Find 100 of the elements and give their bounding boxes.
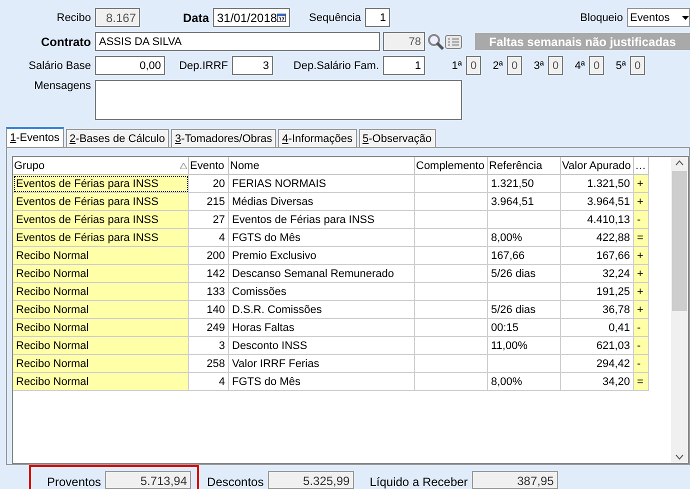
tab[interactable]: 4-Informações	[278, 129, 356, 147]
table-cell: +	[634, 265, 649, 283]
scrollbar[interactable]	[671, 157, 688, 463]
tab[interactable]: 3-Tomadores/Obras	[170, 129, 276, 147]
field-label: Salário Base	[28, 60, 92, 72]
table-cell: Recibo Normal	[13, 319, 189, 337]
table-cell: =	[634, 229, 649, 247]
week-label: 3ª	[532, 60, 545, 72]
table-cell: Recibo Normal	[13, 283, 189, 301]
table-cell: Eventos de Férias para INSS	[229, 211, 415, 229]
table-cell: 4	[189, 373, 229, 391]
table-cell: 133	[189, 283, 229, 301]
table-cell: FGTS do Mês	[229, 229, 415, 247]
field-label: Contrato	[40, 34, 92, 48]
search-icon[interactable]	[427, 32, 445, 50]
table-cell: 294,42	[561, 355, 634, 373]
column-header[interactable]: Nome	[229, 157, 415, 175]
input-field[interactable]: 0	[630, 56, 645, 75]
table-cell: 11,00%	[488, 337, 561, 355]
tab[interactable]: 1-Eventos	[6, 127, 64, 147]
section-header: Faltas semanais não justificadas	[475, 33, 690, 50]
table-cell: +	[634, 247, 649, 265]
field-label: Sequência	[308, 12, 362, 24]
table-cell: Recibo Normal	[13, 337, 189, 355]
table-cell: -	[634, 319, 649, 337]
field-label: Recibo	[56, 12, 92, 24]
table-cell: 191,25	[561, 283, 634, 301]
table-cell: 258	[189, 355, 229, 373]
table-cell: 3	[189, 337, 229, 355]
table-cell: 0,41	[561, 319, 634, 337]
table-cell: +	[634, 301, 649, 319]
dropdown[interactable]: Eventos	[627, 8, 690, 27]
table-cell: 4.410,13	[561, 211, 634, 229]
table-cell: Médias Diversas	[229, 193, 415, 211]
input-field[interactable]: 3	[232, 56, 273, 75]
tab[interactable]: 5-Observação	[358, 129, 436, 147]
table-cell: Recibo Normal	[13, 265, 189, 283]
field-label: Mensagens	[33, 80, 92, 92]
table-cell: Eventos de Férias para INSS	[13, 229, 189, 247]
input-field[interactable]: 0,00	[95, 56, 165, 75]
table-cell: Desconto INSS	[229, 337, 415, 355]
table-cell: 142	[189, 265, 229, 283]
table-cell: -	[634, 355, 649, 373]
total-label: Líquido a Receber	[370, 475, 468, 489]
date-field[interactable]: 31/01/2018	[213, 8, 290, 27]
table-cell: 200	[189, 247, 229, 265]
table-cell: D.S.R. Comissões	[229, 301, 415, 319]
table-cell: Eventos de Férias para INSS	[13, 175, 189, 193]
input-field[interactable]: 1	[383, 56, 425, 75]
message-field[interactable]	[95, 80, 462, 120]
total-value: 5.713,94	[105, 471, 192, 489]
table-cell: Recibo Normal	[13, 373, 189, 391]
total-value: 5.325,99	[268, 471, 354, 489]
calendar-icon[interactable]	[277, 11, 286, 24]
input-field[interactable]: 0	[507, 56, 522, 75]
table-cell: Descanso Semanal Remunerado	[229, 265, 415, 283]
table-cell: FERIAS NORMAIS	[229, 175, 415, 193]
table-cell: Horas Faltas	[229, 319, 415, 337]
table-cell: +	[634, 175, 649, 193]
tab[interactable]: 2-Bases de Cálculo	[66, 129, 169, 147]
sort-icon	[180, 162, 187, 168]
table-cell: 32,24	[561, 265, 634, 283]
table-cell: 34,20	[561, 373, 634, 391]
input-field[interactable]: 78	[383, 32, 425, 51]
table-cell: 27	[189, 211, 229, 229]
column-header[interactable]: …	[634, 157, 649, 175]
input-field[interactable]: ASSIS DA SILVA	[95, 32, 380, 51]
column-header[interactable]: Referência	[488, 157, 561, 175]
week-label: 4ª	[574, 60, 586, 72]
table-cell: 167,66	[488, 247, 561, 265]
input-field[interactable]: 0	[589, 56, 604, 75]
table-cell: +	[634, 283, 649, 301]
table-cell: Comissões	[229, 283, 415, 301]
table-cell: 20	[189, 175, 229, 193]
column-header[interactable]: Complemento	[415, 157, 488, 175]
column-header[interactable]: Grupo	[13, 157, 189, 175]
table-cell: Valor IRRF Ferias	[229, 355, 415, 373]
table-cell: 00:15	[488, 319, 561, 337]
table-cell: Recibo Normal	[13, 247, 189, 265]
table-cell: +	[634, 193, 649, 211]
table-cell: 4	[189, 229, 229, 247]
table-cell: 1.321,50	[561, 175, 634, 193]
table-cell: Recibo Normal	[13, 301, 189, 319]
table-cell: 422,88	[561, 229, 634, 247]
table-cell: =	[634, 373, 649, 391]
table-cell: -	[634, 211, 649, 229]
column-header[interactable]: Evento	[189, 157, 229, 175]
input-field[interactable]: 1	[365, 8, 390, 27]
table-cell: 215	[189, 193, 229, 211]
table-cell: Premio Exclusivo	[229, 247, 415, 265]
input-field[interactable]: 0	[466, 56, 481, 75]
table-cell: 621,03	[561, 337, 634, 355]
input-field[interactable]: 0	[548, 56, 563, 75]
table-cell: 5/26 dias	[488, 265, 561, 283]
list-icon[interactable]	[445, 34, 462, 48]
table-cell: 1.321,50	[488, 175, 561, 193]
column-header[interactable]: Valor Apurado	[561, 157, 634, 175]
input-field[interactable]: 8.167	[95, 8, 140, 27]
table-cell: 5/26 dias	[488, 301, 561, 319]
caret-icon	[682, 16, 689, 20]
